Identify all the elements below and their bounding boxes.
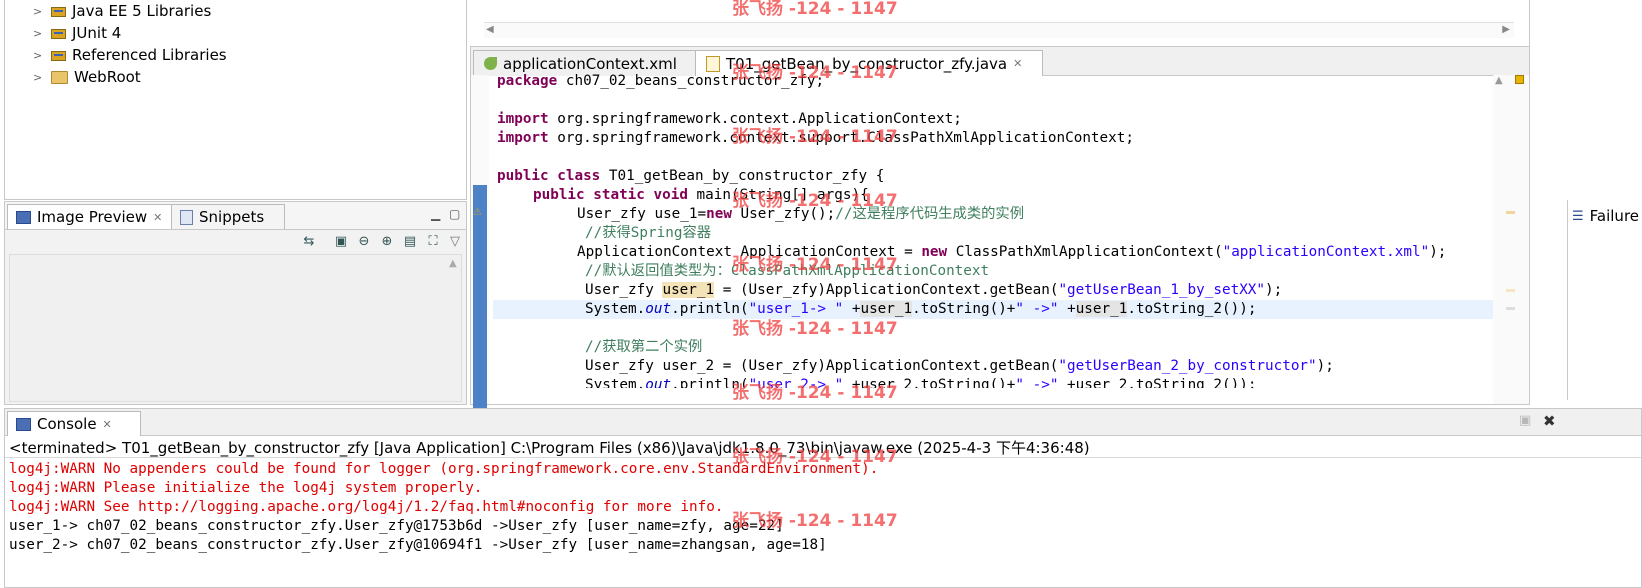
tree-item-label: Java EE 5 Libraries [72, 2, 212, 20]
maximize-icon[interactable]: ▢ [449, 207, 460, 221]
scroll-up-icon[interactable]: ▲ [1495, 75, 1503, 86]
library-icon [51, 49, 66, 61]
tree-item-webroot[interactable]: > WebRoot [33, 66, 141, 88]
tab-label: Snippets [199, 208, 265, 226]
failures-label: Failure [1589, 207, 1640, 225]
code-line: System.out.println("user_2-> " +user_2.t… [585, 377, 1257, 388]
console-line: log4j:WARN See http://logging.apache.org… [9, 499, 724, 515]
scroll-up-icon[interactable]: ▲ [449, 258, 457, 269]
chevron-right-icon[interactable]: > [33, 49, 45, 62]
image-preview-tabbar: Image Preview ✕ Snippets ▁ ▢ [5, 202, 466, 230]
list-icon: ☰ [1572, 208, 1584, 224]
code-line: //默认返回值类型为：ClassPathXmlApplicationContex… [585, 263, 990, 279]
code-line: import org.springframework.context.Appli… [497, 111, 962, 127]
console-line: log4j:WARN No appenders could be found f… [9, 461, 879, 477]
close-icon[interactable]: ✕ [103, 418, 112, 431]
tab-snippets[interactable]: Snippets [171, 204, 285, 229]
fit-window-icon[interactable]: ⛶ [425, 233, 441, 249]
warning-icon[interactable]: ⚠ [473, 207, 482, 218]
tree-item-junit[interactable]: > JUnit 4 [33, 22, 121, 44]
code-line: System.out.println("user_1-> " +user_1.t… [585, 301, 1257, 317]
console-status: <terminated> T01_getBean_by_constructor_… [9, 439, 1090, 457]
tab-console[interactable]: Console ✕ [7, 411, 141, 436]
zoom-out-icon[interactable]: ⊖ [356, 233, 372, 249]
remove-launch-icon[interactable]: ✖ [1543, 412, 1556, 430]
horizontal-scrollbar[interactable]: ◀ ▶ [484, 22, 1514, 38]
tree-item-java-ee-libraries[interactable]: > Java EE 5 Libraries [33, 0, 211, 22]
code-line: User_zfy user_1 = (User_zfy)ApplicationC… [585, 282, 1283, 298]
xml-file-icon [484, 57, 497, 70]
code-line: User_zfy user_2 = (User_zfy)ApplicationC… [585, 358, 1334, 374]
folder-icon [51, 70, 68, 84]
ruler-marker[interactable] [1506, 307, 1515, 310]
view-menu-icon[interactable]: ▽ [447, 233, 463, 249]
zoom-in-icon[interactable]: ⊕ [379, 233, 395, 249]
snippets-icon [180, 209, 193, 225]
upper-editor-area: ◀ ▶ [470, 0, 1530, 46]
editor-gutter: ⚠ [471, 75, 489, 410]
console-icon [16, 417, 31, 431]
code-line: User_zfy use_1=new User_zfy();//这是程序代码生成… [577, 206, 1025, 222]
warning-summary-icon[interactable] [1515, 75, 1524, 84]
close-icon[interactable]: ✕ [1013, 57, 1022, 70]
image-fit-icon[interactable]: ▣ [333, 233, 349, 249]
tab-label: applicationContext.xml [503, 54, 677, 73]
tab-label: Console [37, 415, 97, 433]
code-editor: applicationContext.xml T01_getBean_by_co… [470, 46, 1530, 410]
image-canvas [9, 254, 462, 402]
link-icon[interactable]: ⇆ [301, 233, 317, 249]
java-file-icon [706, 55, 720, 72]
failures-tab[interactable]: ☰ Failure [1572, 207, 1639, 225]
chevron-right-icon[interactable]: > [33, 5, 45, 18]
tree-item-referenced-libraries[interactable]: > Referenced Libraries [33, 44, 227, 66]
image-view-icon [16, 210, 31, 224]
terminate-icon[interactable]: ▣ [1519, 413, 1531, 428]
library-icon [51, 5, 66, 17]
change-marker [473, 185, 487, 410]
overview-ruler[interactable]: ▲ [1493, 75, 1529, 404]
scroll-left-icon[interactable]: ◀ [486, 24, 494, 35]
tab-label: Image Preview [37, 208, 148, 226]
chevron-right-icon[interactable]: > [33, 71, 45, 84]
code-line: public static void main(String[] args){ [533, 187, 869, 203]
ruler-marker[interactable] [1506, 211, 1515, 214]
console-line: log4j:WARN Please initialize the log4j s… [9, 480, 483, 496]
tree-item-label: JUnit 4 [72, 24, 122, 42]
tab-label: T01_getBean_by_constructor_zfy.java [726, 54, 1008, 73]
code-line: ApplicationContext ApplicationContext = … [577, 244, 1447, 260]
code-line: //获得Spring容器 [585, 225, 712, 241]
junit-failures-panel: ☰ Failure [1567, 200, 1642, 400]
actual-size-icon[interactable]: ▤ [402, 233, 418, 249]
package-explorer: > Java EE 5 Libraries > JUnit 4 > Refere… [4, 0, 467, 200]
tree-item-label: WebRoot [74, 68, 141, 86]
console-panel: Console ✕ ▣ ✖ <terminated> T01_getBean_b… [4, 408, 1642, 588]
code-line: package ch07_02_beans_constructor_zfy; [497, 73, 825, 89]
console-tabbar: Console ✕ ▣ ✖ [5, 409, 1641, 436]
console-line: user_2-> ch07_02_beans_constructor_zfy.U… [9, 537, 827, 553]
divider [5, 457, 1641, 458]
code-line: public class T01_getBean_by_constructor_… [497, 168, 885, 184]
chevron-right-icon[interactable]: > [33, 27, 45, 40]
close-icon[interactable]: ✕ [153, 211, 162, 224]
tab-image-preview[interactable]: Image Preview ✕ [7, 204, 185, 229]
library-icon [51, 27, 66, 39]
scroll-right-icon[interactable]: ▶ [1502, 24, 1510, 35]
image-preview-panel: Image Preview ✕ Snippets ▁ ▢ ⇆ ▣ ⊖ ⊕ ▤ ⛶… [4, 201, 467, 405]
ruler-marker[interactable] [1506, 289, 1515, 292]
console-line: user_1-> ch07_02_beans_constructor_zfy.U… [9, 518, 784, 534]
code-line: import org.springframework.context.suppo… [497, 130, 1134, 146]
tree-item-label: Referenced Libraries [72, 46, 227, 64]
code-line: //获取第二个实例 [585, 339, 703, 355]
minimize-icon[interactable]: ▁ [431, 207, 440, 221]
